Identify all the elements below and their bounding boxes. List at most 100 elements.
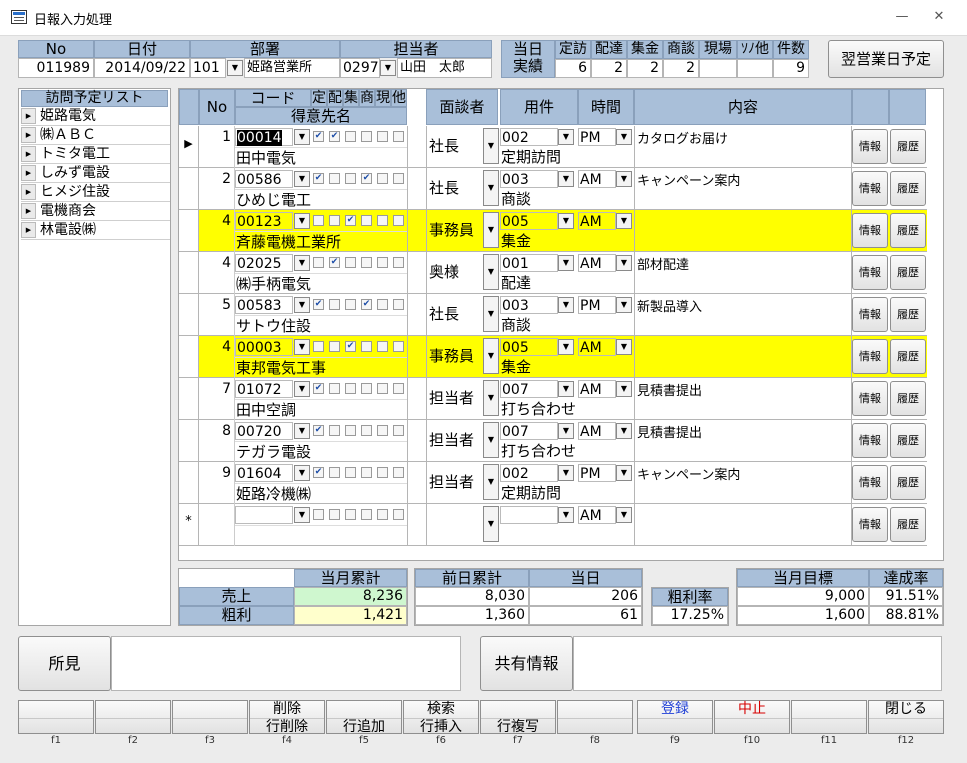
customer-code-field[interactable]: 00586 (235, 170, 293, 188)
row-selector[interactable] (179, 168, 199, 210)
flag-checkbox[interactable] (329, 173, 340, 184)
row-selector[interactable] (179, 336, 199, 378)
flag-checkbox[interactable] (345, 509, 356, 520)
dept-code-field[interactable]: 101 (190, 58, 226, 78)
customer-code-field[interactable]: 01604 (235, 464, 293, 482)
content-field[interactable]: 部材配達 (634, 252, 852, 294)
flag-checkbox[interactable] (345, 299, 356, 310)
purpose-code-field[interactable]: 007 (500, 380, 558, 398)
contact-dropdown-icon[interactable] (483, 506, 499, 542)
time-dropdown-icon[interactable] (616, 297, 632, 313)
fkey-f8-button[interactable] (557, 700, 633, 734)
flag-checkbox[interactable] (361, 341, 372, 352)
customer-code-field[interactable] (235, 506, 293, 524)
staff-dropdown-icon[interactable] (380, 60, 396, 76)
fkey-close-button[interactable]: 閉じる (868, 700, 944, 734)
purpose-code-field[interactable]: 003 (500, 296, 558, 314)
purpose-code-field[interactable]: 001 (500, 254, 558, 272)
fkey-f2-button[interactable] (95, 700, 171, 734)
content-field[interactable] (634, 210, 852, 252)
flag-checkbox[interactable] (377, 509, 388, 520)
flag-checkbox[interactable]: ✔ (345, 215, 356, 226)
flag-checkbox[interactable] (393, 173, 404, 184)
time-field[interactable]: AM (578, 506, 616, 524)
purpose-dropdown-icon[interactable] (558, 381, 574, 397)
flag-checkbox[interactable] (361, 509, 372, 520)
contact-field[interactable]: 担当者 (426, 378, 483, 420)
customer-code-dropdown-icon[interactable] (294, 507, 310, 523)
flag-checkbox[interactable] (329, 467, 340, 478)
time-dropdown-icon[interactable] (616, 339, 632, 355)
customer-code-dropdown-icon[interactable] (294, 423, 310, 439)
flag-checkbox[interactable] (329, 509, 340, 520)
info-button[interactable]: 情報 (852, 213, 888, 248)
customer-code-field[interactable]: 00003 (235, 338, 293, 356)
time-dropdown-icon[interactable] (616, 465, 632, 481)
flag-checkbox[interactable] (361, 467, 372, 478)
table-row[interactable]: 400003 ✔ 東邦電気工事事務員 005 集金 AM 情報履歴 (179, 336, 927, 378)
visit-list-item[interactable]: ▶ 電機商会 (21, 202, 170, 221)
contact-field[interactable]: 社長 (426, 168, 483, 210)
date-field[interactable]: 2014/09/22 (94, 58, 190, 78)
contact-field[interactable]: 事務員 (426, 210, 483, 252)
flag-checkbox[interactable] (377, 257, 388, 268)
content-field[interactable]: カタログお届け (634, 126, 852, 168)
contact-field[interactable]: 担当者 (426, 420, 483, 462)
report-no-field[interactable]: 011989 (18, 58, 94, 78)
time-dropdown-icon[interactable] (616, 129, 632, 145)
info-button[interactable]: 情報 (852, 171, 888, 206)
purpose-dropdown-icon[interactable] (558, 465, 574, 481)
flag-checkbox[interactable] (377, 341, 388, 352)
row-selector[interactable] (179, 420, 199, 462)
flag-checkbox[interactable] (393, 341, 404, 352)
time-dropdown-icon[interactable] (616, 255, 632, 271)
time-dropdown-icon[interactable] (616, 381, 632, 397)
flag-checkbox[interactable] (313, 509, 324, 520)
row-selector[interactable] (179, 210, 199, 252)
contact-field[interactable]: 担当者 (426, 462, 483, 504)
visit-list-item[interactable]: ▶ ㈱ＡＢＣ (21, 126, 170, 145)
fkey-add-row-button[interactable]: 行追加 (326, 700, 402, 735)
table-row[interactable]: 200586 ✔ ✔ ひめじ電工社長 003 商談 AM キャンペーン案内情報履歴 (179, 168, 927, 210)
time-dropdown-icon[interactable] (616, 171, 632, 187)
info-button[interactable]: 情報 (852, 381, 888, 416)
flag-checkbox[interactable]: ✔ (313, 425, 324, 436)
share-info-textarea[interactable] (573, 636, 942, 691)
fkey-f3-button[interactable] (172, 700, 248, 734)
time-field[interactable]: AM (578, 212, 616, 230)
flag-checkbox[interactable]: ✔ (345, 341, 356, 352)
contact-dropdown-icon[interactable] (483, 380, 499, 416)
time-field[interactable]: AM (578, 380, 616, 398)
info-button[interactable]: 情報 (852, 507, 888, 542)
time-field[interactable]: PM (578, 128, 616, 146)
flag-checkbox[interactable] (361, 257, 372, 268)
customer-code-dropdown-icon[interactable] (294, 213, 310, 229)
info-button[interactable]: 情報 (852, 465, 888, 500)
time-dropdown-icon[interactable] (616, 423, 632, 439)
purpose-dropdown-icon[interactable] (558, 255, 574, 271)
content-field[interactable] (634, 336, 852, 378)
content-field[interactable]: 新製品導入 (634, 294, 852, 336)
content-field[interactable] (634, 504, 852, 546)
staff-code-field[interactable]: 0297 (340, 58, 380, 78)
fkey-f1-button[interactable] (18, 700, 94, 734)
table-row[interactable]: 800720 ✔ テガラ電設担当者 007 打ち合わせAM 見積書提出情報履歴 (179, 420, 927, 462)
flag-checkbox[interactable] (361, 131, 372, 142)
flag-checkbox[interactable] (345, 425, 356, 436)
flag-checkbox[interactable]: ✔ (329, 131, 340, 142)
time-dropdown-icon[interactable] (616, 213, 632, 229)
flag-checkbox[interactable] (345, 131, 356, 142)
info-button[interactable]: 情報 (852, 129, 888, 164)
fkey-f11-button[interactable] (791, 700, 867, 734)
info-button[interactable]: 情報 (852, 339, 888, 374)
flag-checkbox[interactable] (377, 425, 388, 436)
fkey-copy-row-button[interactable]: 行複写 (480, 700, 556, 735)
row-selector[interactable] (179, 252, 199, 294)
flag-checkbox[interactable] (361, 215, 372, 226)
share-info-button[interactable]: 共有情報 (480, 636, 573, 691)
row-selector[interactable]: ▶ (179, 126, 199, 168)
purpose-dropdown-icon[interactable] (558, 129, 574, 145)
customer-code-field[interactable]: 01072 (235, 380, 293, 398)
history-button[interactable]: 履歴 (890, 507, 926, 542)
flag-checkbox[interactable] (393, 509, 404, 520)
